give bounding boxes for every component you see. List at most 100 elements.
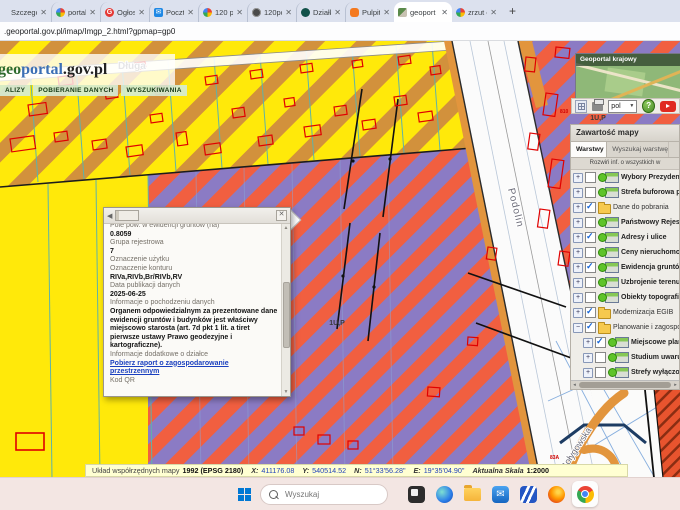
menu-item-pobieranie[interactable]: POBIERANIE DANYCH <box>33 85 118 96</box>
scrollbar-thumb[interactable] <box>579 382 671 388</box>
expander-icon[interactable]: − <box>573 323 583 333</box>
browser-tab[interactable]: zrzut ek✕ <box>452 2 501 22</box>
youtube-button[interactable] <box>660 101 676 112</box>
layer-checkbox[interactable] <box>585 202 596 213</box>
layer-checkbox[interactable] <box>585 187 596 198</box>
overview-minimap[interactable]: Geoportal krajowy <box>575 53 680 99</box>
expander-icon[interactable]: + <box>573 188 583 198</box>
back-arrow-icon[interactable] <box>107 212 112 220</box>
expander-icon[interactable]: + <box>573 218 583 228</box>
tab-close-icon[interactable]: ✕ <box>187 8 194 17</box>
browser-tab[interactable]: portal o✕ <box>51 2 100 22</box>
panel-horizontal-scrollbar[interactable] <box>571 380 679 389</box>
tab-close-icon[interactable]: ✕ <box>441 8 448 17</box>
layer-row[interactable]: +Adresy i ulice <box>571 230 679 245</box>
popup-link[interactable]: Pobierz raport o zagospodarowanie przest… <box>110 360 279 377</box>
geoportal-logo[interactable]: geoportal.gov.pl <box>0 54 175 85</box>
scroll-left-icon[interactable] <box>571 382 578 388</box>
tab-close-icon[interactable]: ✕ <box>138 8 145 17</box>
tab-close-icon[interactable]: ✕ <box>285 8 292 17</box>
layer-checkbox[interactable] <box>595 352 606 363</box>
start-button-icon[interactable] <box>238 488 244 494</box>
expander-icon[interactable]: + <box>573 248 583 258</box>
tab-overflow[interactable] <box>668 142 679 157</box>
layer-row[interactable]: +Dane do pobrania <box>571 200 679 215</box>
layer-checkbox[interactable] <box>585 322 596 333</box>
taskbar-search[interactable] <box>260 484 388 505</box>
layer-row[interactable]: +Wybory Prezydenck <box>571 170 679 185</box>
attribute-table-icon[interactable] <box>115 210 139 221</box>
menu-item-wyszukiwania[interactable]: WYSZUKIWANIA <box>121 85 186 96</box>
layer-row[interactable]: +Państwowy Rejestr <box>571 215 679 230</box>
layer-row[interactable]: +Ewidencja gruntów <box>571 260 679 275</box>
layer-row[interactable]: +Studium uwarun <box>571 350 679 365</box>
chrome-active-highlight[interactable] <box>572 481 598 507</box>
print-icon[interactable] <box>592 102 604 111</box>
chrome-icon[interactable] <box>577 486 594 503</box>
tab-close-icon[interactable]: ✕ <box>490 8 497 17</box>
expander-icon[interactable]: + <box>573 293 583 303</box>
layer-row[interactable]: +Strefy wyłączon <box>571 365 679 380</box>
scroll-up-icon[interactable] <box>282 225 290 231</box>
layer-checkbox[interactable] <box>585 292 596 303</box>
help-button[interactable]: ? <box>642 99 655 113</box>
browser-tab[interactable]: geoport✕ <box>394 2 452 22</box>
language-select[interactable]: pol <box>608 100 637 113</box>
layer-checkbox[interactable] <box>585 277 596 288</box>
tab-close-icon[interactable]: ✕ <box>40 8 47 17</box>
menu-item-analizy[interactable]: ALIZY <box>0 85 30 96</box>
movies-app-icon[interactable] <box>520 486 537 503</box>
panel-toggle-icon[interactable] <box>575 100 587 113</box>
layer-checkbox[interactable] <box>585 247 596 258</box>
expander-icon[interactable]: + <box>583 338 593 348</box>
task-view-icon[interactable] <box>408 486 425 503</box>
layer-row[interactable]: +Miejscowe plany <box>571 335 679 350</box>
firefox-icon[interactable] <box>548 486 565 503</box>
layer-checkbox[interactable] <box>585 172 596 183</box>
expander-icon[interactable]: + <box>573 308 583 318</box>
layer-checkbox[interactable] <box>585 232 596 243</box>
layer-row[interactable]: −Planowanie i zagospodar <box>571 320 679 335</box>
layer-checkbox[interactable] <box>595 337 606 348</box>
expander-icon[interactable]: + <box>573 263 583 273</box>
tab-close-icon[interactable]: ✕ <box>89 8 96 17</box>
scrollbar-thumb[interactable] <box>283 282 290 348</box>
browser-tab[interactable]: 120 por✕ <box>198 2 247 22</box>
browser-tab[interactable]: Ogłosze✕ <box>100 2 149 22</box>
layer-row[interactable]: +Ceny nieruchomości <box>571 245 679 260</box>
layer-checkbox[interactable] <box>585 262 596 273</box>
layer-checkbox[interactable] <box>585 307 596 318</box>
browser-tab[interactable]: Działki✕ <box>296 2 345 22</box>
expander-icon[interactable]: + <box>583 353 593 363</box>
browser-tab[interactable]: Pulpit -✕ <box>345 2 394 22</box>
expander-icon[interactable]: + <box>573 233 583 243</box>
expander-icon[interactable]: + <box>573 203 583 213</box>
layer-row[interactable]: +Modernizacja EGIB <box>571 305 679 320</box>
browser-tab[interactable]: Poczta✕ <box>149 2 198 22</box>
layer-row[interactable]: +Obiekty topograficz <box>571 290 679 305</box>
tab-close-icon[interactable]: ✕ <box>334 8 341 17</box>
mail-app-icon[interactable] <box>492 486 509 503</box>
taskbar-search-input[interactable] <box>283 489 372 500</box>
layer-checkbox[interactable] <box>585 217 596 228</box>
scroll-right-icon[interactable] <box>672 382 679 388</box>
url-bar[interactable]: .geoportal.gov.pl/imap/Imgp_2.html?gpmap… <box>0 22 680 41</box>
close-icon[interactable] <box>276 210 287 221</box>
expand-all-button[interactable]: Rozwiń inf. o wszystkich w <box>571 158 679 170</box>
tab-wyszukaj-warstwe[interactable]: Wyszukaj warstwę <box>607 142 668 157</box>
layer-row[interactable]: +Strefa buforowa pr <box>571 185 679 200</box>
expander-icon[interactable]: + <box>573 173 583 183</box>
tab-warstwy[interactable]: Warstwy <box>571 142 607 157</box>
new-tab-button[interactable]: + <box>509 4 516 18</box>
tab-close-icon[interactable]: ✕ <box>383 8 390 17</box>
layer-checkbox[interactable] <box>595 367 606 378</box>
scroll-down-icon[interactable] <box>282 389 290 395</box>
tab-close-icon[interactable]: ✕ <box>236 8 243 17</box>
expander-icon[interactable]: + <box>583 368 593 378</box>
expander-icon[interactable]: + <box>573 278 583 288</box>
layer-row[interactable]: +Uzbrojenie terenu <box>571 275 679 290</box>
edge-browser-icon[interactable] <box>436 486 453 503</box>
file-explorer-icon[interactable] <box>464 488 481 501</box>
browser-tab[interactable]: 120port✕ <box>247 2 296 22</box>
popup-scrollbar[interactable] <box>281 224 290 396</box>
